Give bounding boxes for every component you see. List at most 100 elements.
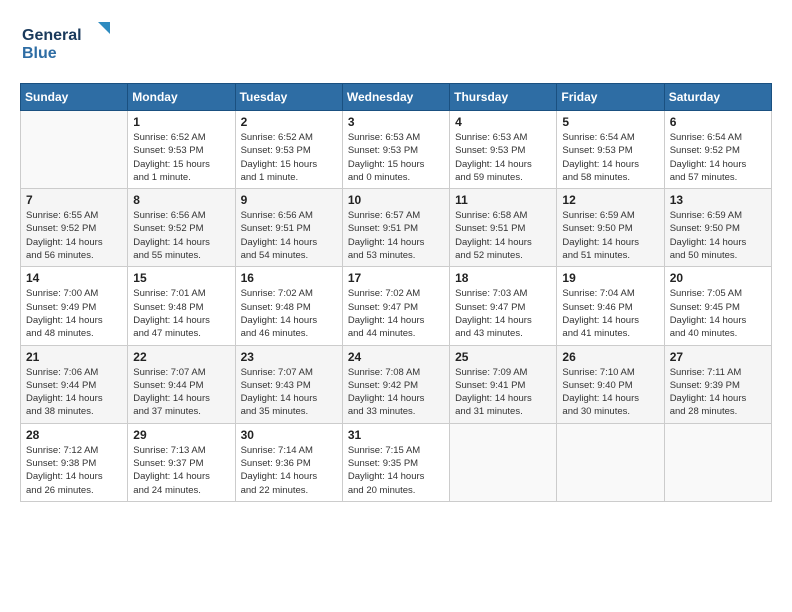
calendar-cell: 6 Sunrise: 6:54 AM Sunset: 9:52 PM Daylig… [664,111,771,189]
week-row-3: 14 Sunrise: 7:00 AM Sunset: 9:49 PM Dayli… [21,267,772,345]
day-number: 16 [241,271,337,285]
calendar-cell [450,423,557,501]
weekday-header-saturday: Saturday [664,84,771,111]
calendar-cell: 19 Sunrise: 7:04 AM Sunset: 9:46 PM Dayli… [557,267,664,345]
weekday-header-row: SundayMondayTuesdayWednesdayThursdayFrid… [21,84,772,111]
day-info: Sunrise: 7:03 AM Sunset: 9:47 PM Dayligh… [455,287,551,340]
day-number: 31 [348,428,444,442]
calendar-cell [664,423,771,501]
day-info: Sunrise: 6:59 AM Sunset: 9:50 PM Dayligh… [670,209,766,262]
day-info: Sunrise: 6:56 AM Sunset: 9:51 PM Dayligh… [241,209,337,262]
day-info: Sunrise: 7:01 AM Sunset: 9:48 PM Dayligh… [133,287,229,340]
calendar-cell: 16 Sunrise: 7:02 AM Sunset: 9:48 PM Dayli… [235,267,342,345]
day-info: Sunrise: 7:11 AM Sunset: 9:39 PM Dayligh… [670,366,766,419]
day-number: 13 [670,193,766,207]
day-number: 26 [562,350,658,364]
day-info: Sunrise: 7:14 AM Sunset: 9:36 PM Dayligh… [241,444,337,497]
day-number: 29 [133,428,229,442]
day-number: 6 [670,115,766,129]
calendar-cell: 28 Sunrise: 7:12 AM Sunset: 9:38 PM Dayli… [21,423,128,501]
calendar-cell: 4 Sunrise: 6:53 AM Sunset: 9:53 PM Daylig… [450,111,557,189]
weekday-header-monday: Monday [128,84,235,111]
day-info: Sunrise: 6:56 AM Sunset: 9:52 PM Dayligh… [133,209,229,262]
calendar-cell: 26 Sunrise: 7:10 AM Sunset: 9:40 PM Dayli… [557,345,664,423]
calendar-cell: 11 Sunrise: 6:58 AM Sunset: 9:51 PM Dayli… [450,189,557,267]
logo: General Blue [20,20,120,75]
calendar-cell [557,423,664,501]
day-number: 12 [562,193,658,207]
calendar-cell: 3 Sunrise: 6:53 AM Sunset: 9:53 PM Daylig… [342,111,449,189]
week-row-1: 1 Sunrise: 6:52 AM Sunset: 9:53 PM Daylig… [21,111,772,189]
day-info: Sunrise: 7:12 AM Sunset: 9:38 PM Dayligh… [26,444,122,497]
calendar-cell: 29 Sunrise: 7:13 AM Sunset: 9:37 PM Dayli… [128,423,235,501]
day-number: 1 [133,115,229,129]
day-info: Sunrise: 7:06 AM Sunset: 9:44 PM Dayligh… [26,366,122,419]
calendar-cell: 2Sunrise: 6:52 AM Sunset: 9:53 PM Daylig… [235,111,342,189]
calendar-cell: 25Sunrise: 7:09 AM Sunset: 9:41 PM Dayli… [450,345,557,423]
day-number: 25 [455,350,551,364]
calendar-cell: 13 Sunrise: 6:59 AM Sunset: 9:50 PM Dayli… [664,189,771,267]
logo-graphic: General Blue [20,20,120,75]
day-number: 28 [26,428,122,442]
calendar-cell: 10Sunrise: 6:57 AM Sunset: 9:51 PM Dayli… [342,189,449,267]
day-info: Sunrise: 7:13 AM Sunset: 9:37 PM Dayligh… [133,444,229,497]
calendar-cell: 15 Sunrise: 7:01 AM Sunset: 9:48 PM Dayli… [128,267,235,345]
calendar-cell: 8 Sunrise: 6:56 AM Sunset: 9:52 PM Daylig… [128,189,235,267]
calendar-table: SundayMondayTuesdayWednesdayThursdayFrid… [20,83,772,502]
day-info: Sunrise: 7:07 AM Sunset: 9:43 PM Dayligh… [241,366,337,419]
day-info: Sunrise: 6:58 AM Sunset: 9:51 PM Dayligh… [455,209,551,262]
day-number: 9 [241,193,337,207]
day-info: Sunrise: 7:02 AM Sunset: 9:48 PM Dayligh… [241,287,337,340]
day-info: Sunrise: 7:04 AM Sunset: 9:46 PM Dayligh… [562,287,658,340]
day-info: Sunrise: 7:08 AM Sunset: 9:42 PM Dayligh… [348,366,444,419]
day-info: Sunrise: 6:54 AM Sunset: 9:52 PM Dayligh… [670,131,766,184]
week-row-5: 28 Sunrise: 7:12 AM Sunset: 9:38 PM Dayli… [21,423,772,501]
day-number: 8 [133,193,229,207]
calendar-cell: 5Sunrise: 6:54 AM Sunset: 9:53 PM Daylig… [557,111,664,189]
day-number: 11 [455,193,551,207]
day-number: 23 [241,350,337,364]
day-info: Sunrise: 7:00 AM Sunset: 9:49 PM Dayligh… [26,287,122,340]
day-number: 19 [562,271,658,285]
day-number: 15 [133,271,229,285]
calendar-cell: 27 Sunrise: 7:11 AM Sunset: 9:39 PM Dayli… [664,345,771,423]
calendar-cell: 20 Sunrise: 7:05 AM Sunset: 9:45 PM Dayli… [664,267,771,345]
calendar-cell: 9 Sunrise: 6:56 AM Sunset: 9:51 PM Daylig… [235,189,342,267]
day-number: 24 [348,350,444,364]
calendar-cell: 23 Sunrise: 7:07 AM Sunset: 9:43 PM Dayli… [235,345,342,423]
day-number: 14 [26,271,122,285]
calendar-cell: 7Sunrise: 6:55 AM Sunset: 9:52 PM Daylig… [21,189,128,267]
day-info: Sunrise: 7:05 AM Sunset: 9:45 PM Dayligh… [670,287,766,340]
day-info: Sunrise: 6:59 AM Sunset: 9:50 PM Dayligh… [562,209,658,262]
day-number: 27 [670,350,766,364]
day-number: 17 [348,271,444,285]
day-info: Sunrise: 7:15 AM Sunset: 9:35 PM Dayligh… [348,444,444,497]
day-info: Sunrise: 7:10 AM Sunset: 9:40 PM Dayligh… [562,366,658,419]
day-number: 18 [455,271,551,285]
weekday-header-tuesday: Tuesday [235,84,342,111]
day-info: Sunrise: 6:53 AM Sunset: 9:53 PM Dayligh… [348,131,444,184]
week-row-4: 21Sunrise: 7:06 AM Sunset: 9:44 PM Dayli… [21,345,772,423]
calendar-cell: 1 Sunrise: 6:52 AM Sunset: 9:53 PM Daylig… [128,111,235,189]
day-info: Sunrise: 7:07 AM Sunset: 9:44 PM Dayligh… [133,366,229,419]
day-info: Sunrise: 6:53 AM Sunset: 9:53 PM Dayligh… [455,131,551,184]
day-number: 5 [562,115,658,129]
day-info: Sunrise: 6:52 AM Sunset: 9:53 PM Dayligh… [241,131,337,184]
day-number: 22 [133,350,229,364]
day-number: 3 [348,115,444,129]
day-number: 20 [670,271,766,285]
calendar-cell: 22 Sunrise: 7:07 AM Sunset: 9:44 PM Dayli… [128,345,235,423]
calendar-cell: 21Sunrise: 7:06 AM Sunset: 9:44 PM Dayli… [21,345,128,423]
calendar-cell: 14 Sunrise: 7:00 AM Sunset: 9:49 PM Dayli… [21,267,128,345]
svg-text:Blue: Blue [22,45,57,62]
calendar-cell: 31 Sunrise: 7:15 AM Sunset: 9:35 PM Dayli… [342,423,449,501]
calendar-cell: 12 Sunrise: 6:59 AM Sunset: 9:50 PM Dayli… [557,189,664,267]
day-info: Sunrise: 6:52 AM Sunset: 9:53 PM Dayligh… [133,131,229,184]
day-info: Sunrise: 7:02 AM Sunset: 9:47 PM Dayligh… [348,287,444,340]
calendar-cell: 30Sunrise: 7:14 AM Sunset: 9:36 PM Dayli… [235,423,342,501]
day-number: 4 [455,115,551,129]
weekday-header-friday: Friday [557,84,664,111]
day-info: Sunrise: 6:55 AM Sunset: 9:52 PM Dayligh… [26,209,122,262]
svg-text:General: General [22,27,82,44]
calendar-cell: 17 Sunrise: 7:02 AM Sunset: 9:47 PM Dayli… [342,267,449,345]
